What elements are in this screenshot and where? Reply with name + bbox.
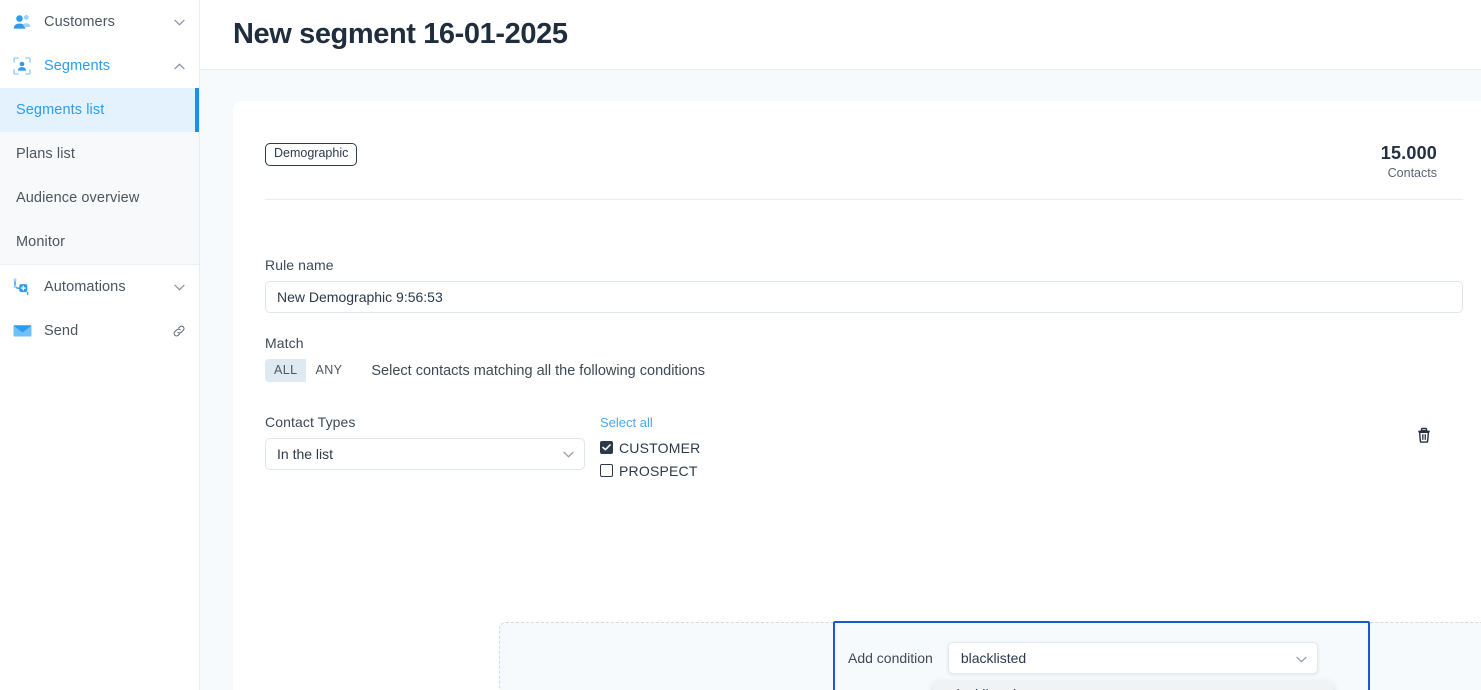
chevron-up-icon[interactable]: [173, 60, 185, 72]
rule-name-block: Rule name: [265, 257, 1463, 313]
contact-types-operator-select[interactable]: In the list: [265, 438, 585, 470]
chevron-down-icon[interactable]: [173, 281, 185, 293]
main-content: New segment 16-01-2025 Demographic 15.00…: [200, 0, 1481, 690]
dropdown-option-blacklisted[interactable]: Blacklisted: [932, 681, 1333, 690]
contact-types-block: Contact Types In the list: [265, 414, 585, 470]
sidebar-item-customers[interactable]: Customers: [0, 0, 199, 44]
sidebar-subitem-label: Plans list: [16, 146, 76, 162]
sidebar-item-monitor[interactable]: Monitor: [0, 220, 199, 264]
contact-types-values: Select all CUSTOMER PROSPECT: [600, 414, 700, 482]
sidebar-subitem-label: Segments list: [16, 102, 105, 118]
match-any-option[interactable]: ANY: [306, 359, 352, 382]
link-icon[interactable]: [173, 325, 185, 337]
add-condition-select[interactable]: blacklisted: [947, 642, 1318, 674]
add-condition-control: Add condition blacklisted Blacklisted: [848, 642, 1333, 690]
checkbox-prospect[interactable]: [600, 464, 613, 477]
match-all-option[interactable]: ALL: [265, 359, 307, 382]
envelope-icon: [12, 321, 32, 341]
segment-type-badge: Demographic: [265, 143, 358, 166]
chevron-down-icon[interactable]: [1296, 650, 1307, 666]
rule-name-input[interactable]: [265, 281, 1463, 313]
sidebar-item-plans-list[interactable]: Plans list: [0, 132, 199, 176]
sidebar-item-label: Send: [44, 323, 79, 339]
checkbox-row-prospect[interactable]: PROSPECT: [600, 459, 700, 482]
page-header: New segment 16-01-2025: [200, 0, 1481, 70]
checkbox-row-customer[interactable]: CUSTOMER: [600, 436, 700, 459]
sidebar: Customers Segments Segments list Plans l…: [0, 0, 200, 690]
condition-row-contact-types: Contact Types In the list Select all CUS…: [265, 414, 1463, 482]
sidebar-item-send[interactable]: Send: [0, 309, 199, 353]
contacts-label: Contacts: [1387, 166, 1437, 180]
app-root: Customers Segments Segments list Plans l…: [0, 0, 1481, 690]
sidebar-item-label: Automations: [44, 279, 126, 295]
sidebar-item-label: Customers: [44, 14, 115, 30]
sidebar-item-segments[interactable]: Segments: [0, 44, 199, 88]
segments-submenu: Segments list Plans list Audience overvi…: [0, 88, 199, 264]
contacts-summary: 15.000 Contacts: [1381, 143, 1463, 180]
match-block: Match ALL ANY Select contacts matching a…: [265, 335, 1463, 382]
trash-icon[interactable]: [1415, 426, 1433, 444]
sidebar-subitem-label: Audience overview: [16, 190, 140, 206]
contact-types-operator-value: In the list: [277, 446, 334, 462]
sidebar-subitem-label: Monitor: [16, 234, 66, 250]
customers-icon: [12, 12, 32, 32]
sidebar-item-automations[interactable]: Automations: [0, 265, 199, 309]
match-description: Select contacts matching all the followi…: [371, 362, 706, 379]
chevron-down-icon[interactable]: [173, 16, 185, 28]
add-condition-dropdown-menu[interactable]: Blacklisted: [932, 681, 1333, 690]
card-top-row: Demographic 15.000 Contacts: [265, 143, 1463, 180]
contacts-count: 15.000: [1380, 143, 1437, 163]
sidebar-item-audience-overview[interactable]: Audience overview: [0, 176, 199, 220]
add-condition-label: Add condition: [848, 650, 933, 666]
segment-editor-card: Demographic 15.000 Contacts Rule name Ma…: [233, 101, 1481, 690]
checkbox-label: CUSTOMER: [619, 439, 701, 456]
automations-icon: [12, 277, 32, 297]
contact-types-label: Contact Types: [265, 414, 356, 430]
add-condition-input[interactable]: blacklisted: [961, 650, 1296, 666]
rule-name-label: Rule name: [265, 257, 334, 273]
chevron-down-icon: [563, 451, 574, 458]
sidebar-item-segments-list[interactable]: Segments list: [0, 88, 199, 132]
checkbox-customer[interactable]: [600, 441, 613, 454]
card-divider: [265, 199, 1463, 200]
match-toggle[interactable]: ALL ANY: [265, 359, 352, 382]
sidebar-item-label: Segments: [44, 58, 111, 74]
select-all-link[interactable]: Select all: [600, 415, 653, 430]
checkbox-label: PROSPECT: [619, 462, 698, 479]
match-label: Match: [265, 335, 304, 351]
segments-icon: [12, 56, 32, 76]
page-title: New segment 16-01-2025: [233, 18, 568, 50]
